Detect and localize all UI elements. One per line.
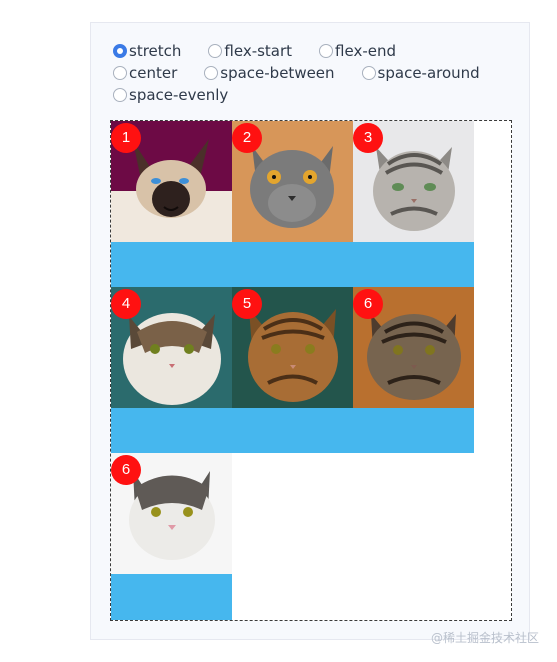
radio-unchecked-icon <box>113 88 127 102</box>
source-watermark: @稀土掘金技术社区 <box>430 631 539 645</box>
radio-label: space-evenly <box>129 86 229 104</box>
radio-row-2: center space-between space-around <box>113 62 503 84</box>
page: stretch flex-start flex-end center space… <box>0 0 557 662</box>
flex-gallery: 1 2 3 4 5 6 6 <box>110 120 512 621</box>
radio-flex-start[interactable]: flex-start <box>208 40 292 62</box>
cat-number-badge: 3 <box>353 123 383 153</box>
radio-unchecked-icon <box>204 66 219 80</box>
radio-space-evenly[interactable]: space-evenly <box>113 84 228 106</box>
cat-card-1: 1 <box>111 121 232 242</box>
radio-checked-icon <box>113 44 127 58</box>
radio-label: flex-end <box>335 42 397 60</box>
cat-card-6: 6 <box>353 287 474 408</box>
cat-card-7: 6 <box>111 453 232 574</box>
cat-card-4: 4 <box>111 287 232 408</box>
cat-number-badge: 4 <box>111 289 141 319</box>
cat-card-3: 3 <box>353 121 474 242</box>
radio-label: center <box>129 64 178 82</box>
radio-unchecked-icon <box>361 66 376 80</box>
radio-stretch[interactable]: stretch <box>113 40 181 62</box>
cat-card-5: 5 <box>232 287 353 408</box>
cat-number-badge: 2 <box>232 123 262 153</box>
radio-flex-end[interactable]: flex-end <box>319 40 396 62</box>
radio-unchecked-icon <box>113 66 127 80</box>
radio-label: space-between <box>220 64 335 82</box>
cat-number-badge: 5 <box>232 289 262 319</box>
radio-label: stretch <box>129 42 182 60</box>
radio-space-around[interactable]: space-around <box>361 62 480 84</box>
cat-number-badge: 1 <box>111 123 141 153</box>
radio-row-1: stretch flex-start flex-end <box>113 40 503 62</box>
cat-number-badge: 6 <box>353 289 383 319</box>
radio-unchecked-icon <box>319 44 334 58</box>
radio-unchecked-icon <box>208 44 223 58</box>
radio-space-between[interactable]: space-between <box>204 62 335 84</box>
radio-row-3: space-evenly <box>113 84 503 106</box>
radio-label: flex-start <box>224 42 293 60</box>
radio-center[interactable]: center <box>113 62 177 84</box>
cat-number-badge: 6 <box>111 455 141 485</box>
radio-label: space-around <box>377 64 480 82</box>
cat-card-2: 2 <box>232 121 353 242</box>
align-content-radio-group: stretch flex-start flex-end center space… <box>113 40 503 106</box>
